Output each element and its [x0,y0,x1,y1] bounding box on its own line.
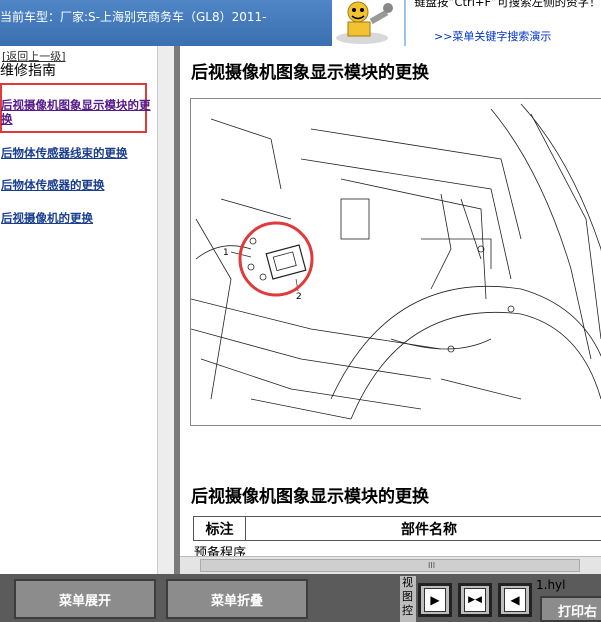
view-right-control[interactable]: ▶ [418,583,452,617]
sidebar-scrollbar[interactable] [157,46,174,574]
arrow-left-icon: ◀ [510,593,520,607]
expand-menu-button[interactable]: 菜单展开 [14,579,156,619]
parts-table: 标注 部件名称 [193,516,601,541]
print-button[interactable]: 打印右 [540,596,601,622]
callout-1: 1 [223,248,229,258]
column-header-part-name: 部件名称 [245,516,601,541]
view-split-control[interactable]: ▶◀ [458,583,492,617]
page-title: 后视摄像机图象显示模块的更换 [191,63,429,83]
sidebar-item-camera-display-module[interactable]: 后视摄像机图象显示模块的更换 [1,98,151,126]
bottom-toolbar: 菜单展开 菜单折叠 视图控 ▶ ▶◀ ◀ 1.hyl 打印右 [0,574,601,622]
section-title: 后视摄像机图象显示模块的更换 [191,487,429,507]
sidebar-item-camera[interactable]: 后视摄像机的更换 [1,211,151,225]
search-demo-link[interactable]: >>菜单关键字搜索演示 [434,28,551,44]
scroll-thumb[interactable]: III [200,559,580,572]
mascot-logo [332,0,404,46]
sidebar-item-sensor-harness[interactable]: 后物体传感器线束的更换 [1,146,151,160]
view-left-control[interactable]: ◀ [498,583,532,617]
header-bar: 当前车型：厂家:S-上海别克商务车（GL8）2011- 键盘按“Ctrl+F”可… [0,0,601,46]
search-hint-box: 键盘按“Ctrl+F”可搜索左侧的资字！ >>菜单关键字搜索演示 [404,0,601,46]
car-model-label: 当前车型：厂家:S-上海别克商务车（GL8）2011- [0,10,267,24]
column-header-callout: 标注 [193,516,246,541]
scroll-grip: III [428,561,436,570]
sidebar-item-sensor[interactable]: 后物体传感器的更换 [1,178,151,192]
search-hint-text: 键盘按“Ctrl+F”可搜索左侧的资字！ [414,0,601,9]
sidebar: [返回上一级] 维修指南 后视摄像机图象显示模块的更换 后物体传感器线束的更换 … [0,46,174,574]
callout-2: 2 [296,292,302,302]
horizontal-scrollbar[interactable]: III [180,556,601,574]
file-name-label: 1.hyl [536,578,566,592]
split-arrows-icon: ▶◀ [468,595,482,605]
view-control-label: 视图控 [400,576,416,622]
diagram-image: 1 2 [190,98,601,426]
sidebar-title: 维修指南 [0,63,56,79]
collapse-menu-button[interactable]: 菜单折叠 [166,579,308,619]
arrow-right-icon: ▶ [430,593,440,607]
content-pane: 后视摄像机图象显示模块的更换 1 2 后视摄像机图象显示模块的更换 标注 部件名… [180,46,601,574]
